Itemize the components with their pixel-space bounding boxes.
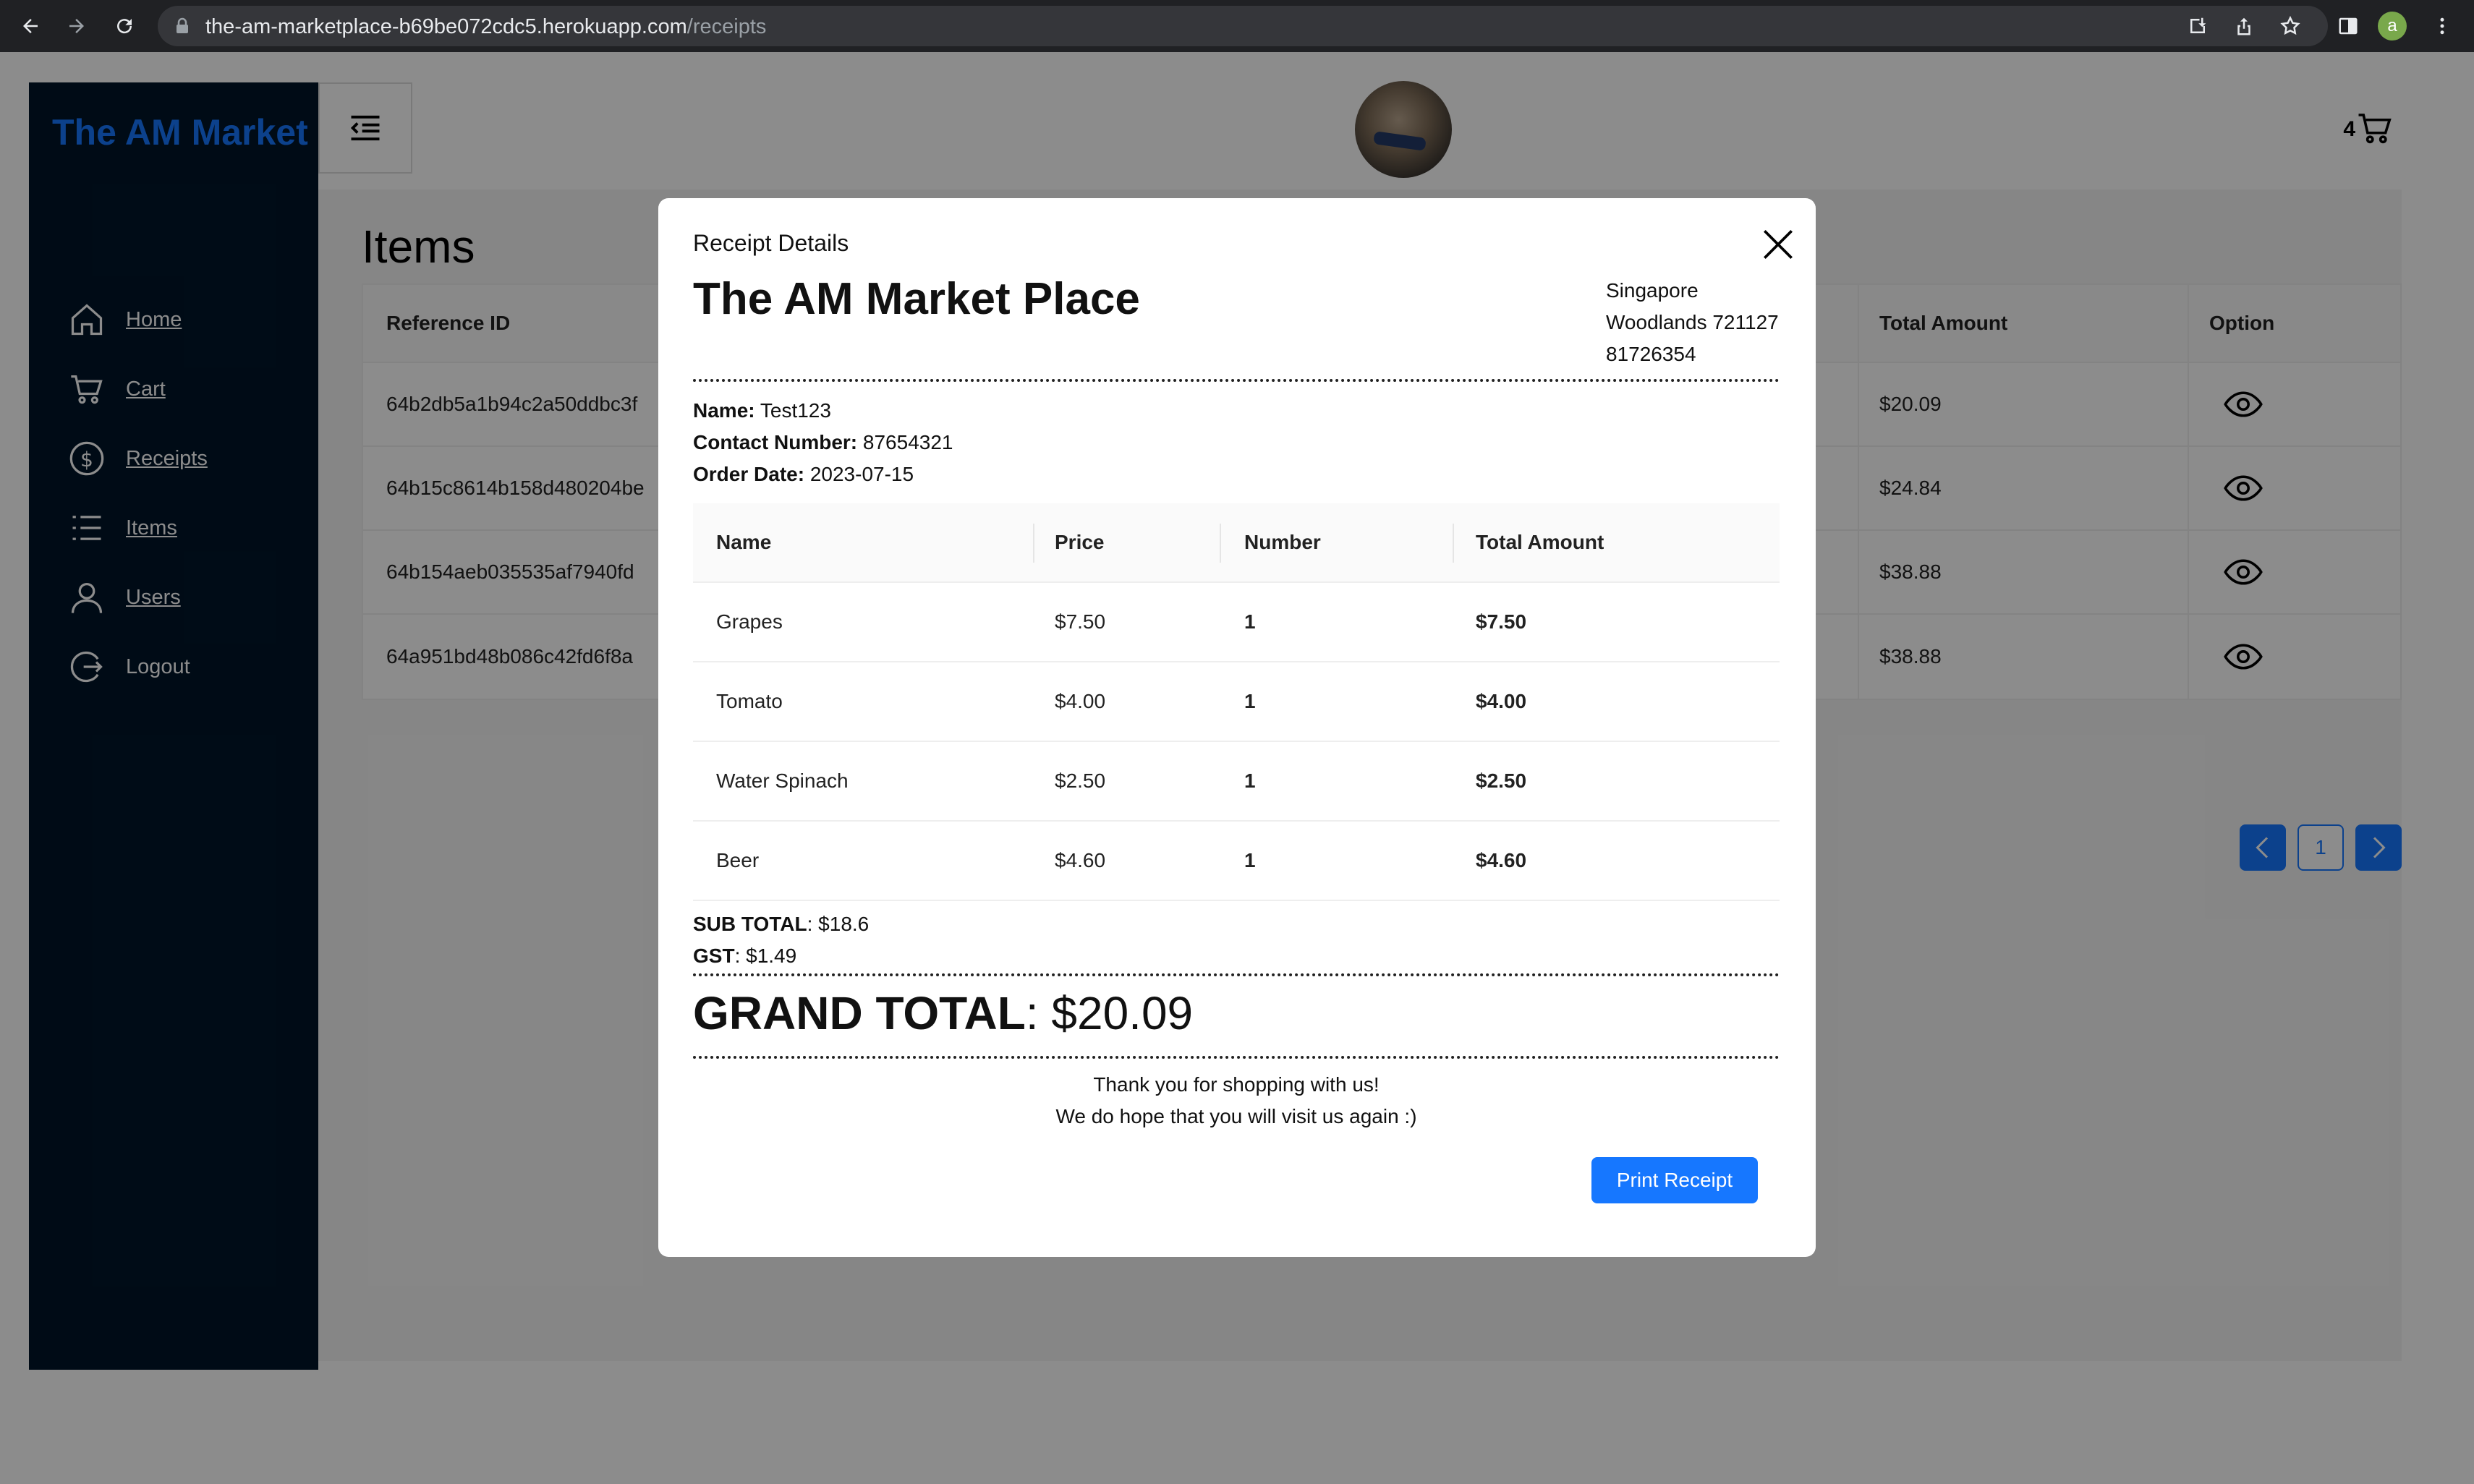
bookmark-star-icon[interactable] [2274, 10, 2306, 42]
thank-you-message: Thank you for shopping with us! [1093, 1073, 1380, 1096]
dotted-divider [693, 379, 1780, 382]
close-icon[interactable] [1758, 224, 1798, 265]
dotted-divider [693, 1056, 1780, 1059]
url-text: the-am-marketplace-b69be072cdc5.herokuap… [205, 15, 766, 39]
address-line: 81726354 [1606, 343, 1696, 365]
store-address: Singapore Woodlands 721127 81726354 [1606, 275, 1779, 370]
grand-total-label: GRAND TOTAL [693, 987, 1026, 1039]
column-divider [1453, 524, 1454, 563]
store-name: The AM Market Place [693, 274, 1140, 324]
column-header-name: Name [716, 531, 772, 553]
more-menu-icon[interactable] [2426, 10, 2458, 42]
item-total: $4.60 [1476, 849, 1527, 871]
sub-total: SUB TOTAL: $18.6 [693, 913, 869, 936]
gst: GST: $1.49 [693, 944, 796, 968]
item-price: $2.50 [1055, 769, 1106, 792]
contact-label: Contact Number: [693, 431, 858, 453]
table-row: Water Spinach $2.50 1 $2.50 [693, 742, 1780, 822]
address-line: Singapore [1606, 279, 1699, 302]
address-line: Woodlands 721127 [1606, 311, 1779, 333]
column-divider [1220, 524, 1221, 563]
dotted-divider [693, 973, 1780, 976]
grand-total-value: : $20.09 [1025, 987, 1194, 1039]
item-total: $7.50 [1476, 610, 1527, 633]
item-total: $4.00 [1476, 690, 1527, 712]
receipt-modal: Receipt Details The AM Market Place Sing… [658, 198, 1816, 1257]
profile-avatar[interactable]: a [2378, 12, 2407, 40]
forward-icon[interactable] [61, 10, 93, 42]
reload-icon[interactable] [109, 10, 140, 42]
address-bar[interactable]: the-am-marketplace-b69be072cdc5.herokuap… [158, 6, 2328, 46]
item-price: $7.50 [1055, 610, 1106, 633]
item-number: 1 [1244, 769, 1256, 792]
contact-value: 87654321 [862, 431, 953, 453]
gst-label: GST [693, 944, 735, 967]
gst-value: : $1.49 [734, 944, 797, 967]
side-panel-icon[interactable] [2332, 10, 2364, 42]
customer-contact: Contact Number: 87654321 [693, 427, 953, 459]
column-header-number: Number [1244, 531, 1321, 553]
date-value: 2023-07-15 [809, 463, 914, 485]
print-receipt-button[interactable]: Print Receipt [1591, 1157, 1758, 1203]
item-number: 1 [1244, 690, 1256, 712]
receipt-table-header: Name Price Number Total Amount [693, 503, 1780, 583]
browser-toolbar: the-am-marketplace-b69be072cdc5.herokuap… [0, 0, 2474, 52]
back-icon[interactable] [14, 10, 46, 42]
receipt-items-table: Name Price Number Total Amount Grapes $7… [693, 503, 1780, 901]
item-number: 1 [1244, 849, 1256, 871]
subtotal-value: : $18.6 [807, 913, 870, 935]
customer-name: Name: Test123 [693, 395, 831, 427]
column-header-total-amount: Total Amount [1476, 531, 1604, 553]
item-name: Water Spinach [716, 769, 849, 792]
url-host: the-am-marketplace-b69be072cdc5.herokuap… [205, 15, 687, 38]
modal-title: Receipt Details [693, 230, 849, 256]
table-row: Tomato $4.00 1 $4.00 [693, 662, 1780, 742]
item-name: Grapes [716, 610, 783, 633]
table-row: Beer $4.60 1 $4.60 [693, 822, 1780, 901]
install-icon[interactable] [2182, 10, 2214, 42]
item-number: 1 [1244, 610, 1256, 633]
name-label: Name: [693, 399, 755, 422]
share-icon[interactable] [2228, 10, 2260, 42]
column-divider [1033, 524, 1034, 563]
item-name: Beer [716, 849, 760, 871]
order-date: Order Date: 2023-07-15 [693, 459, 914, 490]
item-price: $4.00 [1055, 690, 1106, 712]
url-path: /receipts [686, 15, 767, 38]
item-price: $4.60 [1055, 849, 1106, 871]
date-label: Order Date: [693, 463, 805, 485]
subtotal-label: SUB TOTAL [693, 913, 807, 935]
column-header-price: Price [1055, 531, 1105, 553]
name-value: Test123 [760, 399, 831, 422]
item-total: $2.50 [1476, 769, 1527, 792]
grand-total: GRAND TOTAL: $20.09 [693, 986, 1193, 1040]
table-row: Grapes $7.50 1 $7.50 [693, 583, 1780, 662]
visit-again-message: We do hope that you will visit us again … [1055, 1105, 1417, 1127]
item-name: Tomato [716, 690, 783, 712]
lock-icon [175, 17, 190, 38]
